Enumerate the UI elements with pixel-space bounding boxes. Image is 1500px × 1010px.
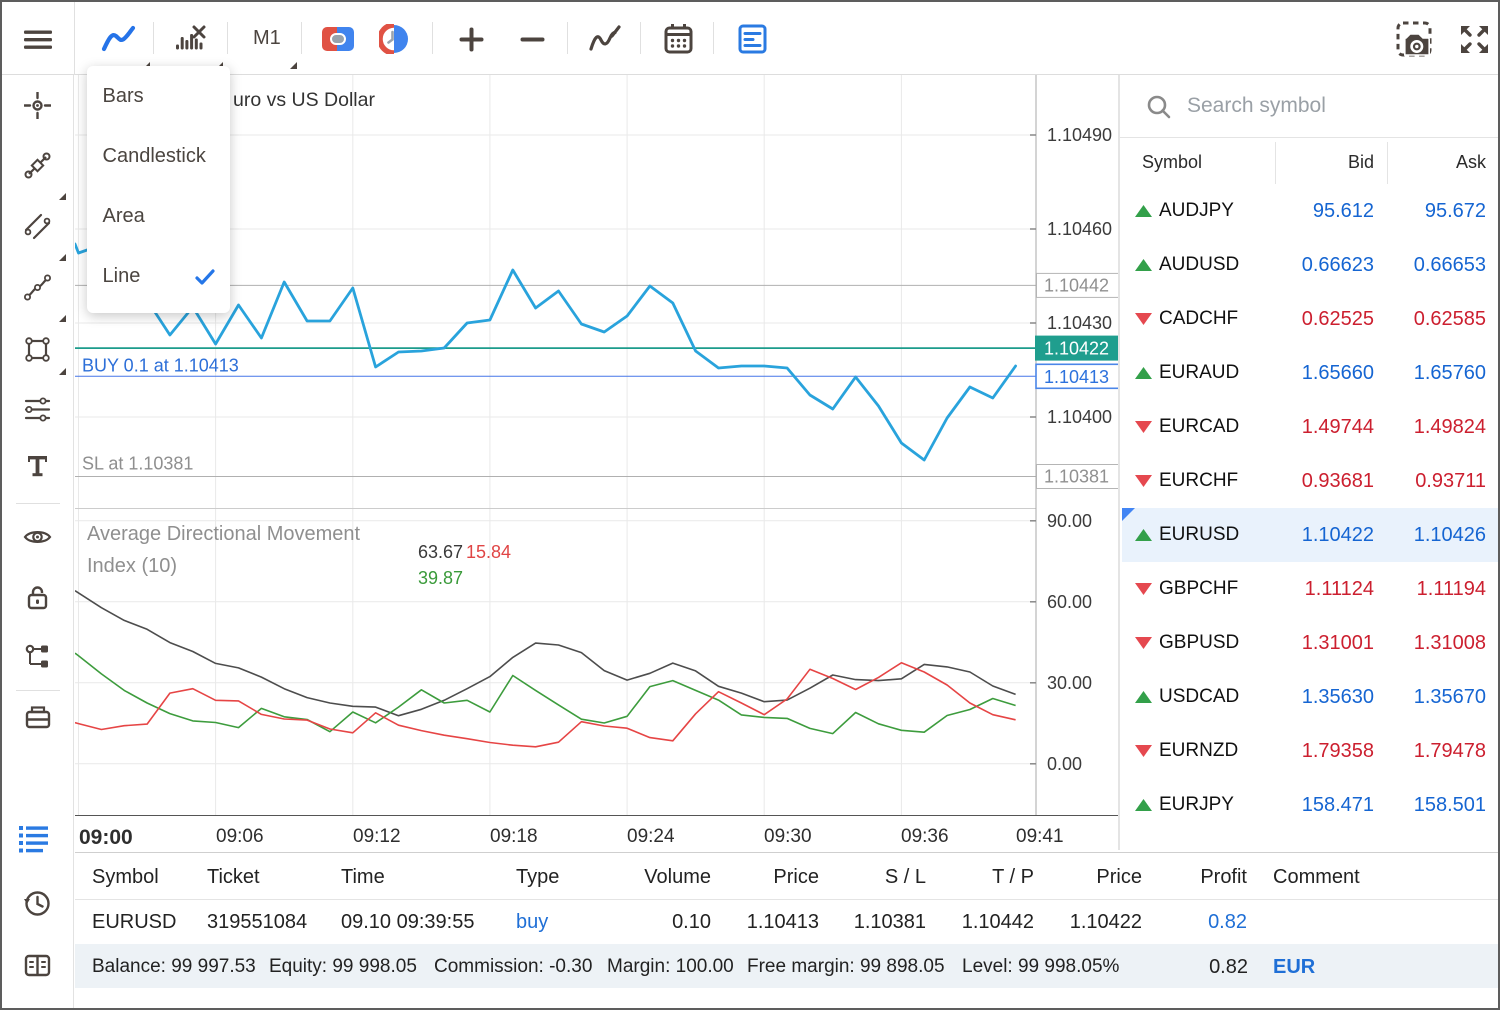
svg-text:63.67: 63.67 [418, 542, 463, 562]
svg-text:1.10430: 1.10430 [1047, 313, 1112, 333]
svg-text:90.00: 90.00 [1047, 511, 1092, 531]
svg-text:1.10460: 1.10460 [1047, 219, 1112, 239]
svg-text:1.10490: 1.10490 [1047, 125, 1112, 145]
svg-text:Average Directional Movement: Average Directional Movement [87, 523, 361, 545]
svg-text:1.10422: 1.10422 [1044, 339, 1109, 359]
svg-text:0.00: 0.00 [1047, 754, 1082, 774]
svg-text:1.10413: 1.10413 [1044, 367, 1109, 387]
svg-text:30.00: 30.00 [1047, 673, 1092, 693]
svg-text:1.10400: 1.10400 [1047, 407, 1112, 427]
svg-text:39.87: 39.87 [418, 568, 463, 588]
svg-text:SL at 1.10381: SL at 1.10381 [82, 454, 193, 474]
svg-text:uro vs US Dollar: uro vs US Dollar [233, 89, 375, 111]
svg-text:1.10442: 1.10442 [1044, 275, 1109, 295]
svg-text:60.00: 60.00 [1047, 592, 1092, 612]
svg-text:BUY 0.1 at 1.10413: BUY 0.1 at 1.10413 [82, 355, 239, 375]
svg-text:Index (10): Index (10) [87, 555, 177, 577]
svg-text:15.84: 15.84 [466, 542, 511, 562]
svg-text:1.10381: 1.10381 [1044, 467, 1109, 487]
